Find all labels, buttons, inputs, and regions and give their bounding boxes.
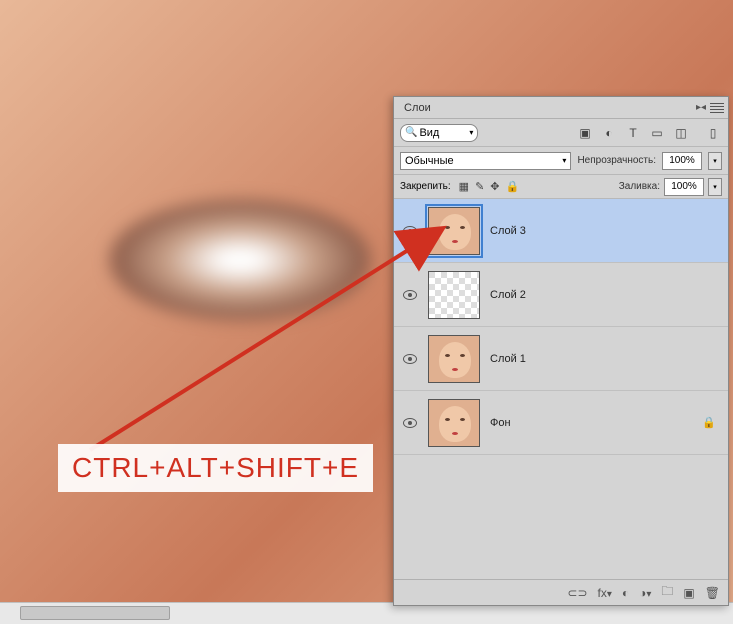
search-icon: 🔍 bbox=[405, 127, 417, 138]
layer-name-label[interactable]: Слой 1 bbox=[490, 353, 526, 365]
panel-tabbar: Слои ▸◂ bbox=[394, 97, 728, 119]
opacity-value[interactable]: 100% bbox=[662, 152, 702, 170]
layer-group-icon[interactable]: 🗀 bbox=[661, 582, 673, 603]
visibility-toggle[interactable] bbox=[402, 287, 418, 303]
lock-fill-row: Закрепить: ▦ ✎ ✥ 🔒 Заливка: 100% ▾ bbox=[394, 175, 728, 199]
fill-value[interactable]: 100% bbox=[664, 178, 704, 196]
lock-image-icon[interactable]: ✎ bbox=[475, 180, 484, 193]
layer-list: Слой 3 Слой 2 Слой 1 Фон 🔒 bbox=[394, 199, 728, 579]
visibility-toggle[interactable] bbox=[402, 415, 418, 431]
filter-toggle-icon[interactable]: ▯ bbox=[704, 124, 722, 142]
scrollbar-thumb[interactable] bbox=[20, 606, 170, 620]
layer-filter-row: 🔍 Вид ▾ ▣ ◐ T ▭ ◫ ▯ bbox=[394, 119, 728, 147]
new-layer-icon[interactable]: ▣ bbox=[683, 586, 694, 600]
opacity-dropdown[interactable]: ▾ bbox=[708, 152, 722, 170]
layer-name-label[interactable]: Слой 2 bbox=[490, 289, 526, 301]
blend-opacity-row: Обычные ▾ Непрозрачность: 100% ▾ bbox=[394, 147, 728, 175]
layer-thumbnail[interactable] bbox=[428, 207, 480, 255]
filter-kind-label: Вид bbox=[419, 127, 439, 139]
eye-icon bbox=[403, 226, 417, 236]
chevron-down-icon: ▾ bbox=[469, 128, 473, 137]
visibility-toggle[interactable] bbox=[402, 223, 418, 239]
fill-dropdown[interactable]: ▾ bbox=[708, 178, 722, 196]
layer-thumbnail[interactable] bbox=[428, 399, 480, 447]
filter-smart-icon[interactable]: ◫ bbox=[672, 124, 690, 142]
filter-adjustment-icon[interactable]: ◐ bbox=[600, 124, 618, 142]
collapse-arrows-icon[interactable]: ▸◂ bbox=[696, 102, 706, 114]
image-content bbox=[110, 200, 370, 320]
layer-fx-icon[interactable]: fx▾ bbox=[598, 586, 612, 600]
layer-row[interactable]: Слой 1 bbox=[394, 327, 728, 391]
layer-name-label[interactable]: Фон bbox=[490, 417, 511, 429]
blend-mode-label: Обычные bbox=[405, 155, 454, 167]
layer-row[interactable]: Фон 🔒 bbox=[394, 391, 728, 455]
lock-icon: 🔒 bbox=[702, 416, 716, 429]
filter-kind-select[interactable]: 🔍 Вид ▾ bbox=[400, 124, 478, 142]
opacity-label: Непрозрачность: bbox=[577, 155, 656, 166]
lock-position-icon[interactable]: ✥ bbox=[490, 180, 499, 193]
layer-mask-icon[interactable]: ◐ bbox=[622, 586, 629, 600]
chevron-down-icon: ▾ bbox=[562, 156, 566, 165]
eye-icon bbox=[403, 290, 417, 300]
layer-name-label[interactable]: Слой 3 bbox=[490, 225, 526, 237]
eye-icon bbox=[403, 418, 417, 428]
lock-transparent-icon[interactable]: ▦ bbox=[459, 180, 469, 193]
panel-footer: ⊂⊃ fx▾ ◐ ◑▾ 🗀 ▣ 🗑 bbox=[394, 579, 728, 605]
filter-type-icon[interactable]: T bbox=[624, 124, 642, 142]
lock-all-icon[interactable]: 🔒 bbox=[506, 180, 520, 193]
eye-icon bbox=[403, 354, 417, 364]
panel-menu-icon[interactable] bbox=[710, 102, 724, 114]
lock-label: Закрепить: bbox=[400, 181, 451, 192]
adjustment-layer-icon[interactable]: ◑▾ bbox=[639, 586, 651, 600]
link-layers-icon[interactable]: ⊂⊃ bbox=[567, 586, 587, 600]
layer-row[interactable]: Слой 2 bbox=[394, 263, 728, 327]
filter-pixel-icon[interactable]: ▣ bbox=[576, 124, 594, 142]
fill-label: Заливка: bbox=[619, 181, 660, 192]
layer-row[interactable]: Слой 3 bbox=[394, 199, 728, 263]
visibility-toggle[interactable] bbox=[402, 351, 418, 367]
layer-thumbnail[interactable] bbox=[428, 271, 480, 319]
filter-shape-icon[interactable]: ▭ bbox=[648, 124, 666, 142]
blend-mode-select[interactable]: Обычные ▾ bbox=[400, 152, 571, 170]
tab-layers[interactable]: Слои bbox=[394, 99, 441, 117]
delete-layer-icon[interactable]: 🗑 bbox=[705, 586, 720, 600]
keyboard-shortcut-annotation: CTRL+ALT+SHIFT+E bbox=[58, 444, 373, 492]
layer-thumbnail[interactable] bbox=[428, 335, 480, 383]
layers-panel: Слои ▸◂ 🔍 Вид ▾ ▣ ◐ T ▭ ◫ ▯ Обычные ▾ Не… bbox=[393, 96, 729, 606]
